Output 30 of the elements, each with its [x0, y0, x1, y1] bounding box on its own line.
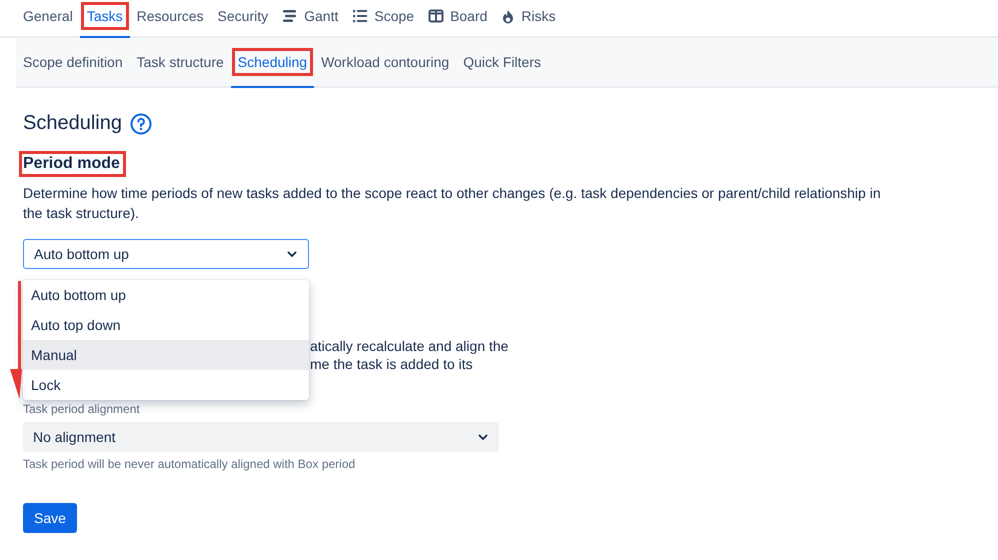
- section-description: Determine how time periods of new tasks added to the scope react to other changes (e.g. task dependencies or parent/child relationship in the task structure).: [23, 184, 882, 223]
- period-mode-select[interactable]: Auto bottom up: [23, 239, 309, 269]
- nav-tab[interactable]: Resources: [130, 0, 211, 38]
- sub-tab[interactable]: Quick Filters: [456, 38, 548, 88]
- menu-option[interactable]: Lock: [23, 370, 309, 400]
- sub-tab[interactable]: Scheduling: [230, 38, 314, 88]
- gantt-icon: [282, 9, 298, 23]
- board-icon: [428, 9, 444, 23]
- nav-tab[interactable]: Scope: [345, 0, 422, 38]
- menu-option[interactable]: Auto bottom up: [23, 280, 309, 310]
- flame-icon: [501, 8, 516, 24]
- nav-tab[interactable]: Risks: [494, 0, 563, 38]
- nav-tab[interactable]: Tasks: [80, 0, 130, 38]
- page-title: Scheduling: [23, 112, 122, 135]
- help-icon[interactable]: [130, 112, 152, 134]
- field-hint: Task period will be never automatically aligned with Box period: [23, 457, 356, 471]
- menu-option[interactable]: Manual: [23, 340, 309, 370]
- sub-tab[interactable]: Scope definition: [16, 38, 130, 88]
- menu-option[interactable]: Auto top down: [23, 310, 309, 340]
- save-button[interactable]: Save: [23, 503, 77, 533]
- nav-tab[interactable]: General: [16, 0, 80, 38]
- sub-tab[interactable]: Workload contouring: [314, 38, 456, 88]
- field-label: Task period alignment: [23, 402, 141, 416]
- alignment-select[interactable]: No alignment: [23, 422, 499, 452]
- nav-tab[interactable]: Gantt: [275, 0, 346, 38]
- covered-paragraph: atically recalculate and align the me the task is added to its: [310, 337, 510, 373]
- sub-tab[interactable]: Task structure: [130, 38, 231, 88]
- nav-tab[interactable]: Security: [210, 0, 276, 38]
- list-icon: [352, 9, 368, 23]
- nav-tab[interactable]: Board: [421, 0, 494, 38]
